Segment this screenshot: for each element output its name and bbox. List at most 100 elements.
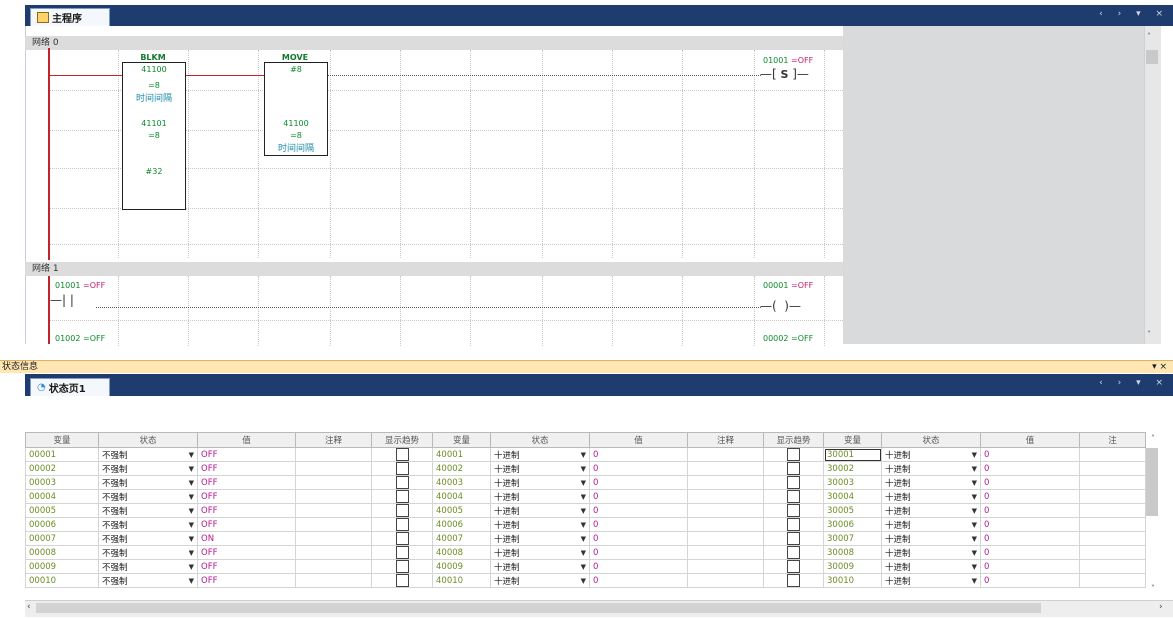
dropdown-arrow-icon[interactable]: ▼ bbox=[972, 563, 977, 571]
format-dropdown[interactable]: 十进制 ▼ bbox=[490, 517, 590, 532]
value-cell[interactable]: 0 bbox=[589, 489, 688, 504]
window-controls[interactable]: ‹ › ▾ × bbox=[1099, 9, 1169, 19]
comment-cell[interactable] bbox=[295, 475, 372, 490]
table-row[interactable]: 00004 不强制 ▼ OFF 40004 十进制 ▼ 0 30004 十进制 ▼ 0 bbox=[25, 489, 1146, 504]
state-dropdown[interactable]: 不强制 ▼ bbox=[98, 475, 198, 490]
trend-checkbox[interactable] bbox=[395, 546, 409, 559]
variable-cell[interactable]: 30001 bbox=[823, 447, 882, 462]
dropdown-arrow-icon[interactable]: ▼ bbox=[972, 451, 977, 459]
trend-checkbox[interactable] bbox=[787, 490, 800, 503]
comment-cell[interactable] bbox=[1079, 461, 1146, 476]
value-cell[interactable]: OFF bbox=[197, 489, 296, 504]
col-header[interactable]: 变量 bbox=[432, 432, 491, 448]
col-header[interactable]: 值 bbox=[589, 432, 688, 448]
col-header[interactable]: 注释 bbox=[295, 432, 372, 448]
value-cell[interactable]: 0 bbox=[980, 489, 1080, 504]
variable-cell[interactable]: 00004 bbox=[25, 489, 99, 504]
dropdown-arrow-icon[interactable]: ▼ bbox=[581, 535, 586, 543]
table-row[interactable]: 00002 不强制 ▼ OFF 40002 十进制 ▼ 0 30002 十进制 ▼ 0 bbox=[25, 461, 1146, 476]
col-header[interactable]: 值 bbox=[980, 432, 1080, 448]
value-cell[interactable]: 0 bbox=[589, 573, 688, 588]
trend-checkbox[interactable] bbox=[395, 560, 409, 573]
trend-checkbox[interactable] bbox=[787, 532, 800, 545]
col-header[interactable]: 值 bbox=[197, 432, 296, 448]
variable-cell[interactable]: 00009 bbox=[25, 559, 99, 574]
dropdown-arrow-icon[interactable]: ▼ bbox=[972, 479, 977, 487]
state-dropdown[interactable]: 不强制 ▼ bbox=[98, 489, 198, 504]
editor-vertical-scrollbar[interactable] bbox=[1144, 26, 1161, 344]
dropdown-arrow-icon[interactable]: ▼ bbox=[189, 535, 194, 543]
comment-cell[interactable] bbox=[687, 531, 764, 546]
dropdown-arrow-icon[interactable]: ▼ bbox=[189, 563, 194, 571]
value-cell[interactable]: OFF bbox=[197, 559, 296, 574]
col-header[interactable]: 注释 bbox=[687, 432, 764, 448]
value-cell[interactable]: OFF bbox=[197, 517, 296, 532]
variable-cell[interactable]: 00010 bbox=[25, 573, 99, 588]
trend-checkbox[interactable] bbox=[787, 504, 800, 517]
col-header[interactable]: 变量 bbox=[823, 432, 882, 448]
comment-cell[interactable] bbox=[295, 517, 372, 532]
scroll-up-icon[interactable]: ˄ bbox=[1147, 32, 1151, 41]
variable-cell[interactable]: 40005 bbox=[432, 503, 491, 518]
col-header[interactable]: 变量 bbox=[25, 432, 99, 448]
value-cell[interactable]: 0 bbox=[589, 461, 688, 476]
comment-cell[interactable] bbox=[295, 531, 372, 546]
variable-cell[interactable]: 30003 bbox=[823, 475, 882, 490]
dropdown-arrow-icon[interactable]: ▼ bbox=[581, 577, 586, 585]
value-cell[interactable]: ON bbox=[197, 531, 296, 546]
comment-cell[interactable] bbox=[687, 559, 764, 574]
dropdown-arrow-icon[interactable]: ▼ bbox=[581, 465, 586, 473]
col-header[interactable]: 注 bbox=[1079, 432, 1146, 448]
dropdown-arrow-icon[interactable]: ▼ bbox=[972, 521, 977, 529]
table-vertical-scroll-thumb[interactable] bbox=[1146, 448, 1158, 516]
variable-cell[interactable]: 30010 bbox=[823, 573, 882, 588]
value-cell[interactable]: 0 bbox=[980, 545, 1080, 560]
dropdown-arrow-icon[interactable]: ▼ bbox=[972, 577, 977, 585]
value-cell[interactable]: 0 bbox=[980, 559, 1080, 574]
table-row[interactable]: 00001 不强制 ▼ OFF 40001 十进制 ▼ 0 30001 十进制 ▼ 0 bbox=[25, 447, 1146, 462]
format-dropdown[interactable]: 十进制 ▼ bbox=[881, 559, 981, 574]
dropdown-arrow-icon[interactable]: ▼ bbox=[189, 521, 194, 529]
format-dropdown[interactable]: 十进制 ▼ bbox=[490, 545, 590, 560]
dropdown-arrow-icon[interactable]: ▼ bbox=[972, 549, 977, 557]
dropdown-arrow-icon[interactable]: ▼ bbox=[972, 493, 977, 501]
comment-cell[interactable] bbox=[295, 461, 372, 476]
variable-cell[interactable]: 30007 bbox=[823, 531, 882, 546]
col-header[interactable]: 显示趋势 bbox=[371, 432, 433, 448]
comment-cell[interactable] bbox=[687, 573, 764, 588]
scroll-left-icon[interactable]: ‹ bbox=[27, 602, 31, 612]
state-dropdown[interactable]: 不强制 ▼ bbox=[98, 573, 198, 588]
status-panel-controls[interactable]: ▾ × bbox=[1152, 361, 1167, 374]
variable-cell[interactable]: 30008 bbox=[823, 545, 882, 560]
table-row[interactable]: 00009 不强制 ▼ OFF 40009 十进制 ▼ 0 30009 十进制 ▼ 0 bbox=[25, 559, 1146, 574]
value-cell[interactable]: 0 bbox=[589, 531, 688, 546]
value-cell[interactable]: OFF bbox=[197, 545, 296, 560]
dropdown-arrow-icon[interactable]: ▼ bbox=[581, 549, 586, 557]
col-header[interactable]: 状态 bbox=[98, 432, 198, 448]
comment-cell[interactable] bbox=[295, 503, 372, 518]
trend-checkbox[interactable] bbox=[395, 532, 409, 545]
table-row[interactable]: 00005 不强制 ▼ OFF 40005 十进制 ▼ 0 30005 十进制 ▼ 0 bbox=[25, 503, 1146, 518]
dropdown-arrow-icon[interactable]: ▼ bbox=[972, 465, 977, 473]
trend-checkbox[interactable] bbox=[395, 448, 409, 461]
variable-cell[interactable]: 30005 bbox=[823, 503, 882, 518]
format-dropdown[interactable]: 十进制 ▼ bbox=[881, 489, 981, 504]
format-dropdown[interactable]: 十进制 ▼ bbox=[490, 531, 590, 546]
table-scroll-up-icon[interactable]: ˄ bbox=[1151, 434, 1155, 443]
value-cell[interactable]: 0 bbox=[589, 447, 688, 462]
table-row[interactable]: 00008 不强制 ▼ OFF 40008 十进制 ▼ 0 30008 十进制 ▼ 0 bbox=[25, 545, 1146, 560]
format-dropdown[interactable]: 十进制 ▼ bbox=[490, 503, 590, 518]
variable-cell[interactable]: 40007 bbox=[432, 531, 491, 546]
dropdown-arrow-icon[interactable]: ▼ bbox=[581, 493, 586, 501]
table-row[interactable]: 00007 不强制 ▼ ON 40007 十进制 ▼ 0 30007 十进制 ▼ 0 bbox=[25, 531, 1146, 546]
comment-cell[interactable] bbox=[295, 447, 372, 462]
comment-cell[interactable] bbox=[1079, 447, 1146, 462]
state-dropdown[interactable]: 不强制 ▼ bbox=[98, 447, 198, 462]
value-cell[interactable]: 0 bbox=[589, 517, 688, 532]
comment-cell[interactable] bbox=[687, 517, 764, 532]
comment-cell[interactable] bbox=[1079, 503, 1146, 518]
col-header[interactable]: 状态 bbox=[490, 432, 590, 448]
comment-cell[interactable] bbox=[295, 573, 372, 588]
value-cell[interactable]: OFF bbox=[197, 447, 296, 462]
trend-checkbox[interactable] bbox=[395, 504, 409, 517]
